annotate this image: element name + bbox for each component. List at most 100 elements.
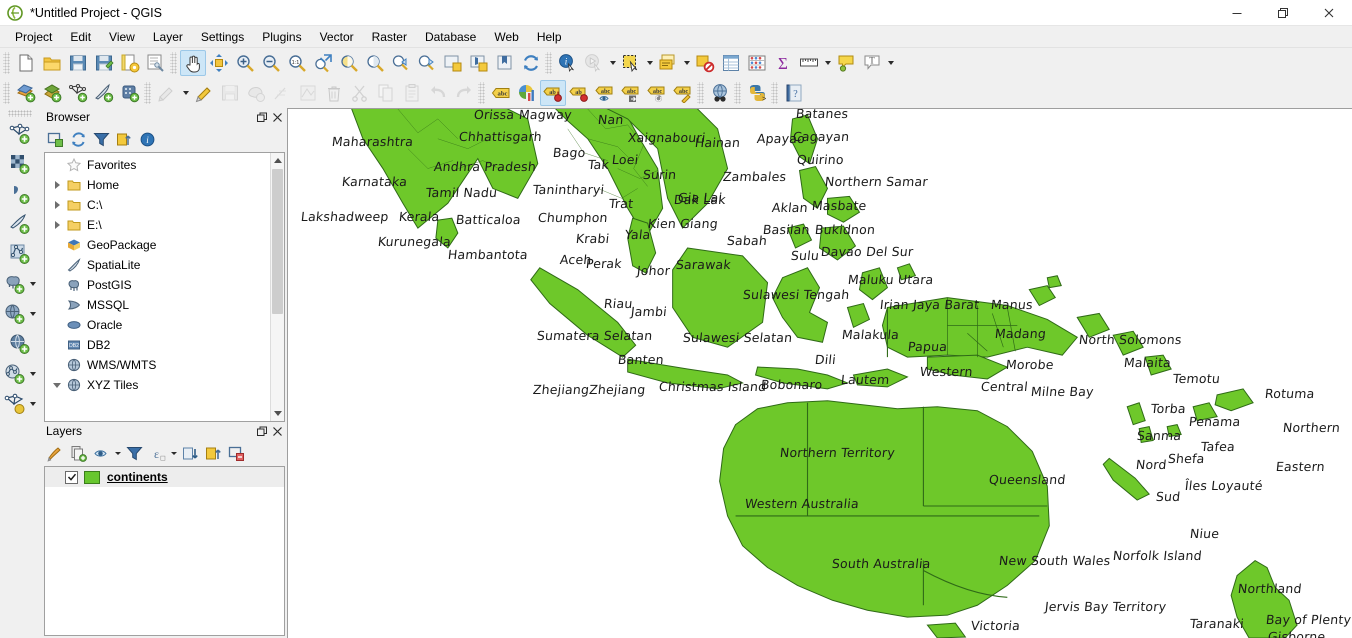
metasearch-button[interactable]	[707, 80, 733, 106]
save-project-as-button[interactable]	[91, 50, 117, 76]
delete-selected-button[interactable]	[321, 80, 347, 106]
statistical-summary-button[interactable]: Σ	[770, 50, 796, 76]
select-features-dropdown[interactable]	[644, 50, 655, 76]
cut-features-button[interactable]	[347, 80, 373, 106]
menu-project[interactable]: Project	[6, 27, 61, 47]
add-wms-layer-button-side[interactable]	[2, 301, 28, 327]
menu-settings[interactable]: Settings	[192, 27, 253, 47]
select-features-button[interactable]	[618, 50, 644, 76]
menu-database[interactable]: Database	[416, 27, 485, 47]
browser-item-xyz-tiles[interactable]: XYZ Tiles	[45, 375, 270, 395]
browser-item-postgis[interactable]: PostGIS	[45, 275, 270, 295]
browser-item-e-drive[interactable]: E:\	[45, 215, 270, 235]
browser-item-geopackage[interactable]: GeoPackage	[45, 235, 270, 255]
browser-item-favorites[interactable]: Favorites	[45, 155, 270, 175]
zoom-full-button[interactable]	[310, 50, 336, 76]
add-postgis-layer-button-side[interactable]	[2, 271, 28, 297]
browser-item-db2[interactable]: DB2 DB2	[45, 335, 270, 355]
add-vector-layer-button-side[interactable]	[7, 121, 33, 147]
browser-close-button[interactable]	[270, 110, 285, 125]
add-delimited-text-layer-button-side[interactable]	[7, 211, 33, 237]
paste-features-button[interactable]	[399, 80, 425, 106]
change-label-button[interactable]: abc	[670, 80, 696, 106]
menu-help[interactable]: Help	[528, 27, 571, 47]
scroll-up-icon[interactable]	[271, 154, 284, 167]
zoom-next-button[interactable]	[414, 50, 440, 76]
browser-item-spatialite[interactable]: SpatiaLite	[45, 255, 270, 275]
redo-button[interactable]	[451, 80, 477, 106]
toolbar-grip[interactable]	[478, 82, 485, 104]
add-postgis-dropdown[interactable]	[28, 271, 39, 297]
move-label-button[interactable]: abc	[618, 80, 644, 106]
python-console-button[interactable]: >	[744, 80, 770, 106]
scroll-down-icon[interactable]	[271, 407, 284, 420]
select-by-expression-button[interactable]	[655, 50, 681, 76]
chevron-right-icon[interactable]	[49, 217, 65, 233]
run-feature-action-dropdown[interactable]	[607, 50, 618, 76]
add-virtual-layer-button-side[interactable]	[2, 361, 28, 387]
chevron-down-icon[interactable]	[49, 377, 65, 393]
help-button[interactable]: ?	[781, 80, 807, 106]
remove-layer-button[interactable]	[225, 442, 247, 464]
new-project-button[interactable]	[13, 50, 39, 76]
measure-dropdown[interactable]	[822, 50, 833, 76]
pin-labels-button[interactable]: ab	[540, 80, 566, 106]
menu-vector[interactable]: Vector	[311, 27, 363, 47]
measure-line-button[interactable]	[796, 50, 822, 76]
map-tips-button[interactable]	[833, 50, 859, 76]
expand-all-button[interactable]	[179, 442, 201, 464]
zoom-native-button[interactable]: 1:1	[284, 50, 310, 76]
browser-refresh-button[interactable]	[67, 128, 89, 150]
vertex-tool-button[interactable]	[295, 80, 321, 106]
menu-view[interactable]: View	[100, 27, 144, 47]
expression-filter-dropdown[interactable]	[169, 442, 178, 464]
copy-features-button[interactable]	[373, 80, 399, 106]
toolbar-grip[interactable]	[545, 52, 552, 74]
text-annotation-button[interactable]: T	[859, 50, 885, 76]
add-wms-dropdown[interactable]	[28, 301, 39, 327]
layers-close-button[interactable]	[270, 424, 285, 439]
add-raster-layer-button[interactable]	[39, 80, 65, 106]
toolbar-grip[interactable]	[3, 82, 10, 104]
manage-map-themes-dropdown[interactable]	[113, 442, 122, 464]
toolbar-grip[interactable]	[8, 110, 32, 117]
identify-features-button[interactable]: i	[555, 50, 581, 76]
minimize-button[interactable]	[1214, 0, 1260, 26]
bookmarks-button[interactable]	[492, 50, 518, 76]
add-delimited-text-layer-button[interactable]	[91, 80, 117, 106]
add-group-button[interactable]	[67, 442, 89, 464]
browser-item-home[interactable]: Home	[45, 175, 270, 195]
run-feature-action-button[interactable]	[581, 50, 607, 76]
expression-filter-button[interactable]: ε ◻	[146, 442, 168, 464]
zoom-out-button[interactable]	[258, 50, 284, 76]
add-mesh-layer-button[interactable]	[65, 80, 91, 106]
annotation-dropdown[interactable]	[885, 50, 896, 76]
new-map-view-button[interactable]	[440, 50, 466, 76]
menu-layer[interactable]: Layer	[144, 27, 192, 47]
add-wfs-layer-button-side[interactable]	[7, 331, 33, 357]
map-canvas[interactable]: Maharashtra Chhattisgarh Orissa Magway Andhr…	[287, 108, 1352, 638]
browser-item-wms-wmts[interactable]: WMS/WMTS	[45, 355, 270, 375]
field-calculator-button[interactable]	[744, 50, 770, 76]
browser-properties-button[interactable]: i	[136, 128, 158, 150]
collapse-all-button[interactable]	[202, 442, 224, 464]
add-virtual-layer-dropdown[interactable]	[28, 361, 39, 387]
zoom-to-selection-button[interactable]	[336, 50, 362, 76]
highlight-pinned-labels-button[interactable]: ab	[566, 80, 592, 106]
manage-map-themes-button[interactable]	[90, 442, 112, 464]
show-hide-labels-button[interactable]: abc	[592, 80, 618, 106]
add-vector-tile-dropdown[interactable]	[28, 391, 39, 417]
pan-to-selection-button[interactable]	[206, 50, 232, 76]
undo-button[interactable]	[425, 80, 451, 106]
modify-attributes-button[interactable]	[269, 80, 295, 106]
select-by-expression-dropdown[interactable]	[681, 50, 692, 76]
chevron-right-icon[interactable]	[49, 197, 65, 213]
add-feature-button[interactable]	[243, 80, 269, 106]
pan-map-button[interactable]	[180, 50, 206, 76]
menu-plugins[interactable]: Plugins	[253, 27, 310, 47]
add-spatialite-layer-button-side[interactable]	[7, 241, 33, 267]
browser-item-c-drive[interactable]: C:\	[45, 195, 270, 215]
toolbar-grip[interactable]	[734, 82, 741, 104]
chevron-right-icon[interactable]	[49, 177, 65, 193]
deselect-features-button[interactable]	[692, 50, 718, 76]
